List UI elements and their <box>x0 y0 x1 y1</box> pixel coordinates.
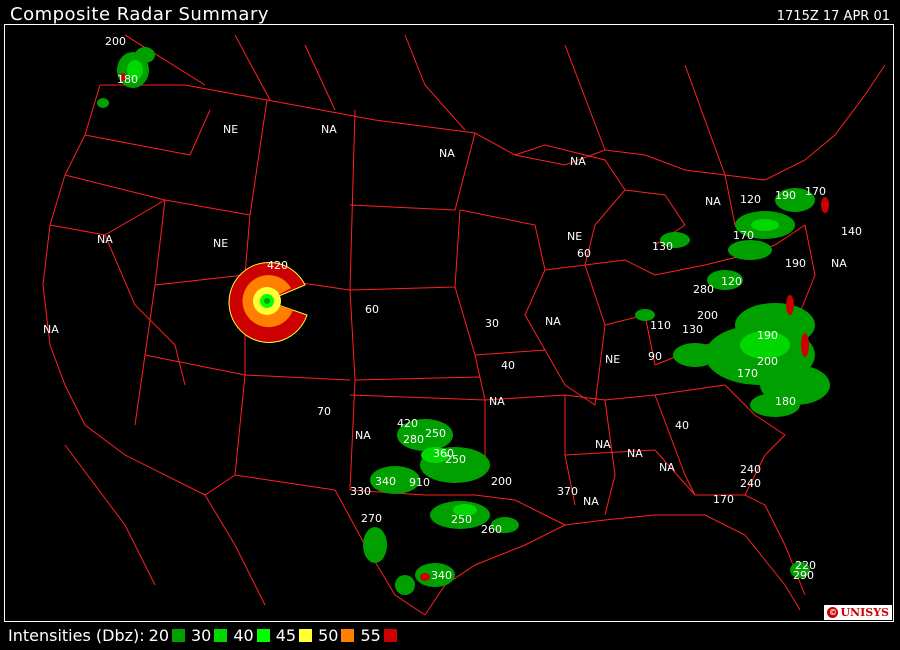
map-label: NA <box>43 323 59 336</box>
map-label: 240 <box>740 477 761 490</box>
map-label: 180 <box>117 73 138 86</box>
map-label: NA <box>627 447 643 460</box>
map-label: 120 <box>740 193 761 206</box>
map-label: 190 <box>757 329 778 342</box>
unisys-logo: © UNISYS <box>824 605 892 620</box>
map-label: NA <box>439 147 455 160</box>
map-label: 110 <box>650 319 671 332</box>
map-label: 340 <box>431 569 452 582</box>
map-label: 170 <box>805 185 826 198</box>
map-label: NE <box>213 237 228 250</box>
map-label: 70 <box>317 405 331 418</box>
map-label: NA <box>583 495 599 508</box>
map-label: 270 <box>361 512 382 525</box>
map-label: 130 <box>682 323 703 336</box>
legend-swatch-45 <box>299 629 313 642</box>
map-label: 370 <box>557 485 578 498</box>
map-label: 260 <box>481 523 502 536</box>
legend-swatch-50 <box>341 629 355 642</box>
legend-swatch-40 <box>256 629 270 642</box>
map-label: 170 <box>737 367 758 380</box>
map-label: 200 <box>757 355 778 368</box>
map-label: 130 <box>652 240 673 253</box>
map-label: 90 <box>648 350 662 363</box>
map-label: 40 <box>501 359 515 372</box>
map-label: 200 <box>697 309 718 322</box>
map-label: 280 <box>403 433 424 446</box>
map-label: 180 <box>775 395 796 408</box>
map-label: NE <box>223 123 238 136</box>
map-label: NA <box>705 195 721 208</box>
map-label: 120 <box>721 275 742 288</box>
echo-top-labels: 200 180 NE NA NA NE NA 420 NA 60 NA NA 30 NA NE NE 60 130… <box>43 35 862 582</box>
map-label: NE <box>605 353 620 366</box>
map-label: 290 <box>793 569 814 582</box>
map-label: NA <box>545 315 561 328</box>
map-label: 280 <box>693 283 714 296</box>
map-label: 250 <box>425 427 446 440</box>
legend-item-45: 45 <box>276 626 313 645</box>
copyright-icon: © <box>827 607 839 618</box>
map-label: NA <box>321 123 337 136</box>
map-label: NA <box>659 461 675 474</box>
radar-map-canvas: 200 180 NE NA NA NE NA 420 NA 60 NA NA 30 NA NE NE 60 130… <box>42 34 886 616</box>
map-label: 330 <box>350 485 371 498</box>
legend-item-50: 50 <box>318 626 355 645</box>
map-label: 200 <box>491 475 512 488</box>
map-label: 200 <box>105 35 126 48</box>
map-label: 910 <box>409 476 430 489</box>
legend-item-30: 30 <box>191 626 228 645</box>
map-label: NA <box>570 155 586 168</box>
map-label: 250 <box>451 513 472 526</box>
map-label: NE <box>567 230 582 243</box>
map-label: NA <box>355 429 371 442</box>
map-label: NA <box>831 257 847 270</box>
legend-label: Intensities (Dbz): <box>8 626 145 645</box>
map-label: 340 <box>375 475 396 488</box>
timestamp: 1715Z 17 APR 01 <box>776 9 890 24</box>
clutter-ring <box>228 262 308 343</box>
legend-swatch-20 <box>172 629 185 642</box>
map-label: 170 <box>713 493 734 506</box>
map-label: 30 <box>485 317 499 330</box>
map-label: 190 <box>775 189 796 202</box>
map-label: 190 <box>785 257 806 270</box>
intensity-legend: Intensities (Dbz): 20 30 40 45 50 55 <box>8 626 403 645</box>
map-label: 170 <box>733 229 754 242</box>
map-label: 420 <box>267 259 288 272</box>
legend-swatch-55 <box>383 629 397 642</box>
radar-map[interactable]: 200 180 NE NA NA NE NA 420 NA 60 NA NA 30 NA NE NE 60 130… <box>4 24 894 622</box>
map-label: 420 <box>397 417 418 430</box>
map-label: NA <box>97 233 113 246</box>
legend-swatch-30 <box>214 629 228 642</box>
map-label: 60 <box>577 247 591 260</box>
map-label: 40 <box>675 419 689 432</box>
map-label: NA <box>595 438 611 451</box>
map-label: 60 <box>365 303 379 316</box>
map-label: 250 <box>445 453 466 466</box>
legend-item-55: 55 <box>360 626 397 645</box>
legend-item-40: 40 <box>233 626 270 645</box>
logo-text: UNISYS <box>840 606 889 619</box>
map-label: 140 <box>841 225 862 238</box>
map-label: 240 <box>740 463 761 476</box>
legend-item-20: 20 <box>149 626 185 645</box>
page-title: Composite Radar Summary <box>10 4 269 25</box>
map-label: NA <box>489 395 505 408</box>
